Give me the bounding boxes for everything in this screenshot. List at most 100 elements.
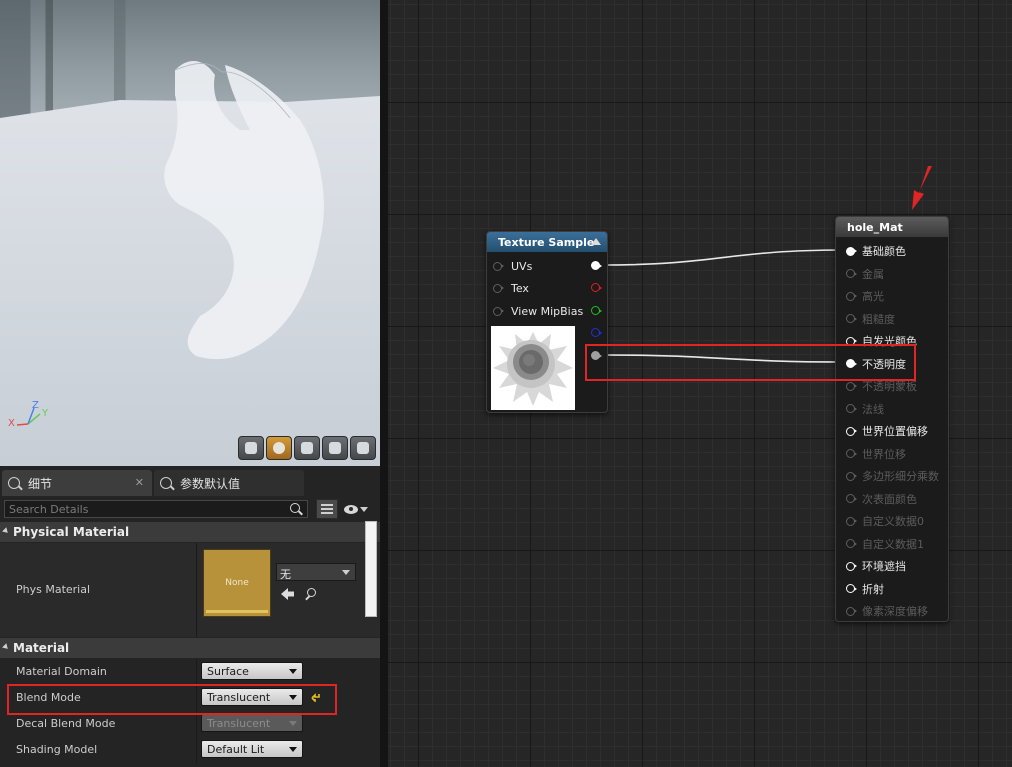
tab-parameter-defaults[interactable]: 参数默认值 <box>154 470 304 496</box>
material-domain-row: Material Domain Surface <box>0 659 380 685</box>
input-pin-icon[interactable] <box>846 561 857 571</box>
panel-splitter[interactable] <box>380 0 388 767</box>
pin-uvs-label: UVs <box>511 259 533 273</box>
phys-material-label: Phys Material <box>16 583 91 596</box>
input-pin-icon <box>846 516 857 526</box>
expand-arrow-icon <box>2 526 10 535</box>
material-pin-row[interactable]: 环境遮挡 <box>836 559 948 573</box>
output-pin-g[interactable] <box>591 306 602 315</box>
decal-blend-mode-value: Translucent <box>207 717 271 730</box>
input-pin-icon[interactable] <box>846 426 857 436</box>
material-pin-row: 世界位移 <box>836 447 948 461</box>
reset-to-default-icon[interactable] <box>311 693 321 702</box>
search-icon[interactable] <box>289 502 303 516</box>
cube-preview-icon[interactable] <box>322 436 348 460</box>
material-domain-combo[interactable]: Surface <box>201 662 303 680</box>
cylinder-preview-icon[interactable] <box>350 436 376 460</box>
material-pin-row[interactable]: 基础颜色 <box>836 244 948 258</box>
output-pin-b[interactable] <box>591 328 602 337</box>
category-material[interactable]: Material <box>0 638 380 658</box>
eye-icon <box>344 504 358 514</box>
decal-blend-mode-row: Decal Blend Mode Translucent <box>0 711 380 737</box>
material-preview-viewport[interactable]: Z Y X <box>0 0 380 466</box>
search-input[interactable] <box>9 502 289 516</box>
material-domain-label: Material Domain <box>16 665 107 678</box>
material-pin-label: 多边形细分乘数 <box>862 470 939 483</box>
shading-model-combo[interactable]: Default Lit <box>201 740 303 758</box>
view-options-button[interactable] <box>344 504 368 514</box>
input-pin-icon[interactable] <box>846 584 857 593</box>
tab-details[interactable]: 细节 ✕ <box>2 470 152 496</box>
material-pin-row[interactable]: 不透明度 <box>836 357 948 371</box>
material-pin-row[interactable]: 自发光颜色 <box>836 334 948 348</box>
input-pin-icon[interactable] <box>846 359 857 368</box>
column-divider <box>196 543 197 637</box>
material-result-title: hole_Mat <box>836 217 948 237</box>
realtime-sphere-icon[interactable] <box>266 436 292 460</box>
use-selected-arrow-icon[interactable] <box>281 587 295 601</box>
material-pin-label: 像素深度偏移 <box>862 605 928 618</box>
material-pin-label: 粗糙度 <box>862 312 895 326</box>
material-pin-label: 金属 <box>862 267 884 281</box>
shading-model-row: Shading Model Default Lit <box>0 737 380 763</box>
input-pin-icon[interactable] <box>846 246 857 256</box>
plane-preview-icon[interactable] <box>294 436 320 460</box>
material-pin-row: 高光 <box>836 289 948 303</box>
material-pin-row: 自定义数据1 <box>836 537 948 551</box>
thumbnail-bar <box>206 610 268 613</box>
material-pin-row: 粗糙度 <box>836 312 948 326</box>
material-pin-label: 法线 <box>862 402 884 416</box>
browse-icon[interactable] <box>305 588 317 600</box>
details-scrollbar[interactable] <box>365 521 377 617</box>
phys-material-combo[interactable]: 无 <box>276 563 356 581</box>
output-pin-rgb[interactable] <box>591 261 602 270</box>
shading-model-value: Default Lit <box>207 743 265 756</box>
category-physical-material[interactable]: Physical Material <box>0 522 380 542</box>
pin-view-mipbias[interactable]: View MipBias <box>487 304 607 318</box>
material-graph-canvas[interactable]: Texture Sample UVs Tex View MipBias hole… <box>388 0 1012 767</box>
blend-mode-combo[interactable]: Translucent <box>201 688 303 706</box>
material-domain-value: Surface <box>207 665 249 678</box>
details-icon <box>8 477 20 489</box>
property-matrix-button[interactable] <box>316 499 338 519</box>
viewport-preview-toolbar <box>238 436 376 460</box>
input-pin-icon[interactable] <box>493 261 504 271</box>
input-pin-icon <box>846 314 857 323</box>
input-pin-icon <box>846 494 857 503</box>
expand-arrow-icon <box>2 642 10 651</box>
material-pin-label: 不透明蒙板 <box>862 380 917 393</box>
phys-material-thumbnail[interactable]: None <box>203 549 271 617</box>
input-pin-icon[interactable] <box>846 336 857 346</box>
material-pin-label: 次表面颜色 <box>862 492 917 506</box>
input-pin-icon <box>846 381 857 391</box>
output-pin-r[interactable] <box>591 283 602 292</box>
texture-sample-title: Texture Sample <box>487 232 607 252</box>
input-pin-icon[interactable] <box>493 306 504 316</box>
collapse-arrow-icon[interactable] <box>591 238 601 245</box>
perspective-view-icon[interactable] <box>238 436 264 460</box>
material-pin-row: 像素深度偏移 <box>836 604 948 618</box>
input-pin-icon <box>846 449 857 458</box>
wire-rgb-to-base-color <box>602 249 846 266</box>
material-pin-row[interactable]: 世界位置偏移 <box>836 424 948 438</box>
input-pin-icon[interactable] <box>493 283 504 293</box>
material-pin-label: 高光 <box>862 290 884 303</box>
texture-sample-node[interactable]: Texture Sample UVs Tex View MipBias <box>486 231 608 413</box>
material-result-node[interactable]: hole_Mat 基础颜色金属高光粗糙度自发光颜色不透明度不透明蒙板法线世界位置… <box>835 216 949 622</box>
thumbnail-label: None <box>225 578 249 588</box>
pin-tex[interactable]: Tex <box>487 281 607 295</box>
details-search-row <box>4 499 376 519</box>
input-pin-icon <box>846 404 857 413</box>
output-pin-a[interactable] <box>591 351 602 360</box>
blend-mode-row: Blend Mode Translucent <box>0 685 380 711</box>
material-pin-row[interactable]: 折射 <box>836 582 948 596</box>
pin-uvs[interactable]: UVs <box>487 259 607 273</box>
phys-material-row: Phys Material None <box>0 543 380 637</box>
material-pin-label: 基础颜色 <box>862 245 906 258</box>
material-pin-label: 自定义数据0 <box>862 515 924 528</box>
details-panel: 细节 ✕ 参数默认值 Physical Material Phys Materi… <box>0 466 380 767</box>
pin-view-mipbias-label: View MipBias <box>511 304 584 318</box>
decal-blend-mode-combo: Translucent <box>201 714 303 732</box>
close-icon[interactable]: ✕ <box>135 476 144 489</box>
category-title: Physical Material <box>13 525 130 539</box>
